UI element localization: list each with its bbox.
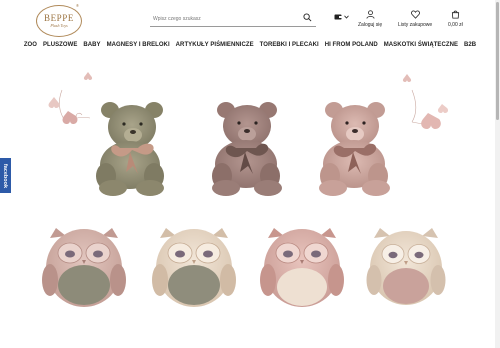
brand-name: BEPPE: [43, 13, 74, 23]
facebook-label: facebook: [2, 163, 9, 188]
owl-plush-cream-grey[interactable]: [152, 228, 236, 307]
scrollbar-thumb[interactable]: [496, 2, 499, 120]
nav-item-b2b[interactable]: B2B: [461, 40, 479, 51]
teddy-bear-mauve[interactable]: [212, 102, 282, 196]
teddy-bear-green[interactable]: [96, 102, 164, 196]
decorative-hearts-right: [402, 74, 449, 129]
search-bar: [150, 10, 316, 27]
chevron-down-icon: [344, 15, 349, 19]
currency-selector[interactable]: [334, 14, 349, 20]
nav-item-maskotki[interactable]: MASKOTKI ŚWIĄTECZNE: [381, 40, 461, 51]
brand-tagline: Plush Toys: [50, 23, 68, 28]
brand-reg-mark: ®: [76, 3, 79, 8]
main-nav: ZOO PLUSZOWE BABY MAGNESY I BRELOKI ARTY…: [0, 40, 500, 51]
cart-link[interactable]: 0,00 zł: [448, 10, 463, 28]
facebook-tab[interactable]: facebook: [0, 158, 11, 193]
hero-banner[interactable]: [0, 60, 495, 348]
search-input[interactable]: [153, 13, 293, 24]
nav-item-artykuly[interactable]: ARTYKUŁY PIŚMIENNICZE: [173, 40, 257, 51]
teddy-bear-pink[interactable]: [319, 102, 390, 196]
search-icon[interactable]: [303, 13, 312, 22]
page: BEPPE Plush Toys ® Zalogu: [0, 0, 500, 348]
nav-item-zoo[interactable]: ZOO: [21, 40, 40, 51]
user-icon: [366, 10, 375, 19]
header: BEPPE Plush Toys ® Zalogu: [0, 0, 500, 38]
nav-item-hi-from-poland[interactable]: HI FROM POLAND: [322, 40, 381, 51]
owl-plush-cream-pink[interactable]: [366, 228, 446, 305]
brand-logo[interactable]: BEPPE Plush Toys: [36, 5, 82, 37]
owl-plush-pink-grey[interactable]: [42, 228, 126, 307]
nav-item-pluszowe[interactable]: PLUSZOWE: [40, 40, 80, 51]
nav-item-baby[interactable]: BABY: [80, 40, 103, 51]
wishlist-label: Listy zakupowe: [398, 22, 433, 28]
wishlist-link[interactable]: Listy zakupowe: [398, 10, 432, 28]
heart-icon: [410, 10, 420, 19]
wallet-icon: [334, 14, 342, 20]
login-link[interactable]: Zaloguj się: [358, 10, 382, 28]
nav-item-magnesy[interactable]: MAGNESY I BRELOKI: [104, 40, 173, 51]
owl-plush-rose-cream[interactable]: [260, 228, 344, 307]
scrollbar[interactable]: [495, 0, 500, 348]
nav-item-torebki[interactable]: TOREBKI I PLECAKI: [257, 40, 322, 51]
decorative-hearts-left: [48, 72, 93, 124]
login-label: Zaloguj się: [358, 22, 383, 28]
cart-total: 0,00 zł: [448, 22, 463, 28]
cart-icon: [451, 10, 459, 19]
